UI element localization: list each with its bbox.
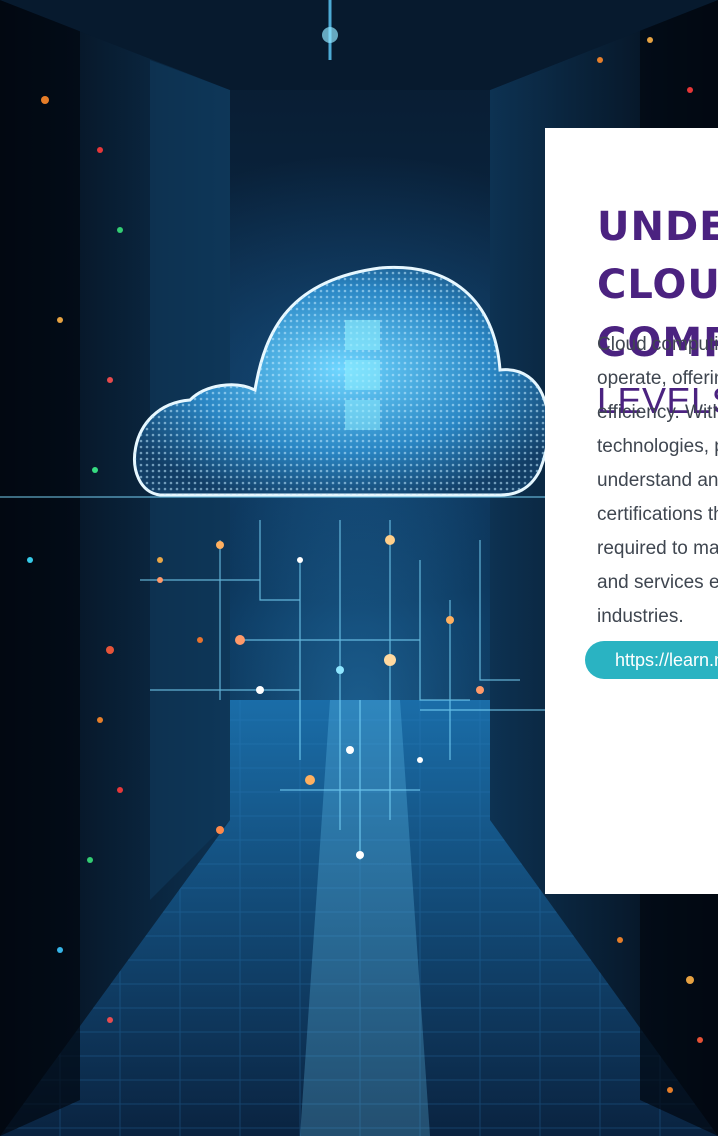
intro-paragraph: Cloud computing has transformed how orga…: [597, 334, 718, 627]
page: UNDERSTANDING CLOUD COMPUTING: LEVELS OF…: [0, 0, 718, 1136]
content-card: UNDERSTANDING CLOUD COMPUTING: LEVELS OF…: [545, 128, 718, 894]
url-link-pill[interactable]: https://learn.microsoft.com/credentials: [585, 641, 718, 679]
title-line-1: UNDERSTANDING CLOUD: [597, 204, 718, 308]
